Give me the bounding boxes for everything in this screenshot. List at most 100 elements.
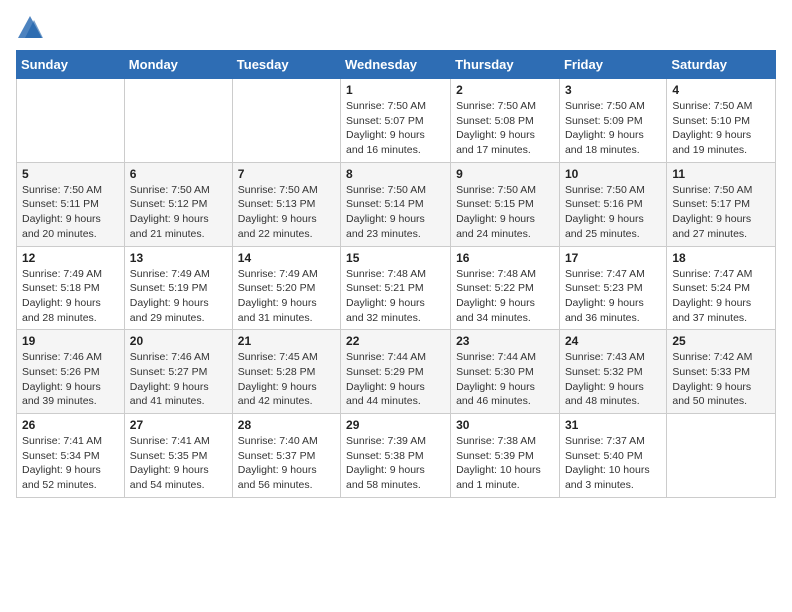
- weekday-header-sunday: Sunday: [17, 51, 125, 79]
- calendar-cell: 27Sunrise: 7:41 AM Sunset: 5:35 PM Dayli…: [124, 414, 232, 498]
- day-info: Sunrise: 7:44 AM Sunset: 5:30 PM Dayligh…: [456, 350, 554, 409]
- day-number: 7: [238, 167, 335, 181]
- calendar-cell: 15 Sunrise: 7:48 AM Sunset: 5:21 PM Dayli…: [341, 246, 451, 330]
- day-info: Sunrise: 7:49 AM Sunset: 5:20 PM Dayligh…: [238, 267, 335, 326]
- calendar-cell: 16Sunrise: 7:48 AM Sunset: 5:22 PM Dayli…: [451, 246, 560, 330]
- day-number: 20: [130, 334, 227, 348]
- calendar-cell: 2 Sunrise: 7:50 AM Sunset: 5:08 PM Daylig…: [451, 79, 560, 163]
- day-number: 3: [565, 83, 661, 97]
- calendar-cell: 18 Sunrise: 7:47 AM Sunset: 5:24 PM Dayli…: [667, 246, 776, 330]
- calendar-cell: 25Sunrise: 7:42 AM Sunset: 5:33 PM Dayli…: [667, 330, 776, 414]
- day-info: Sunrise: 7:41 AM Sunset: 5:34 PM Dayligh…: [22, 434, 119, 493]
- day-info: Sunrise: 7:50 AM Sunset: 5:08 PM Dayligh…: [456, 99, 554, 158]
- day-info: Sunrise: 7:43 AM Sunset: 5:32 PM Dayligh…: [565, 350, 661, 409]
- calendar-cell: 11 Sunrise: 7:50 AM Sunset: 5:17 PM Dayli…: [667, 162, 776, 246]
- day-number: 19: [22, 334, 119, 348]
- weekday-header-friday: Friday: [559, 51, 666, 79]
- day-number: 31: [565, 418, 661, 432]
- day-number: 11: [672, 167, 770, 181]
- day-info: Sunrise: 7:50 AM Sunset: 5:07 PM Dayligh…: [346, 99, 445, 158]
- calendar-cell: 29Sunrise: 7:39 AM Sunset: 5:38 PM Dayli…: [341, 414, 451, 498]
- calendar-cell: [667, 414, 776, 498]
- day-info: Sunrise: 7:50 AM Sunset: 5:13 PM Dayligh…: [238, 183, 335, 242]
- day-info: Sunrise: 7:50 AM Sunset: 5:17 PM Dayligh…: [672, 183, 770, 242]
- day-number: 27: [130, 418, 227, 432]
- day-info: Sunrise: 7:48 AM Sunset: 5:21 PM Dayligh…: [346, 267, 445, 326]
- day-info: Sunrise: 7:50 AM Sunset: 5:10 PM Dayligh…: [672, 99, 770, 158]
- logo: [16, 14, 48, 42]
- day-info: Sunrise: 7:47 AM Sunset: 5:23 PM Dayligh…: [565, 267, 661, 326]
- calendar-cell: 14 Sunrise: 7:49 AM Sunset: 5:20 PM Dayli…: [232, 246, 340, 330]
- day-number: 17: [565, 251, 661, 265]
- calendar-cell: 13 Sunrise: 7:49 AM Sunset: 5:19 PM Dayli…: [124, 246, 232, 330]
- day-info: Sunrise: 7:45 AM Sunset: 5:28 PM Dayligh…: [238, 350, 335, 409]
- header: [16, 10, 776, 42]
- calendar-cell: 6 Sunrise: 7:50 AM Sunset: 5:12 PM Daylig…: [124, 162, 232, 246]
- day-number: 6: [130, 167, 227, 181]
- calendar-cell: 30 Sunrise: 7:38 AM Sunset: 5:39 PM Dayli…: [451, 414, 560, 498]
- day-info: Sunrise: 7:50 AM Sunset: 5:14 PM Dayligh…: [346, 183, 445, 242]
- day-number: 5: [22, 167, 119, 181]
- day-info: Sunrise: 7:40 AM Sunset: 5:37 PM Dayligh…: [238, 434, 335, 493]
- day-info: Sunrise: 7:49 AM Sunset: 5:19 PM Dayligh…: [130, 267, 227, 326]
- day-number: 13: [130, 251, 227, 265]
- calendar-cell: 1 Sunrise: 7:50 AM Sunset: 5:07 PM Daylig…: [341, 79, 451, 163]
- calendar-header-row: SundayMondayTuesdayWednesdayThursdayFrid…: [17, 51, 776, 79]
- day-info: Sunrise: 7:50 AM Sunset: 5:12 PM Dayligh…: [130, 183, 227, 242]
- calendar-cell: 24 Sunrise: 7:43 AM Sunset: 5:32 PM Dayli…: [559, 330, 666, 414]
- day-info: Sunrise: 7:38 AM Sunset: 5:39 PM Dayligh…: [456, 434, 554, 493]
- day-number: 24: [565, 334, 661, 348]
- page: SundayMondayTuesdayWednesdayThursdayFrid…: [0, 0, 792, 514]
- calendar-cell: 4 Sunrise: 7:50 AM Sunset: 5:10 PM Daylig…: [667, 79, 776, 163]
- calendar-cell: 22 Sunrise: 7:44 AM Sunset: 5:29 PM Dayli…: [341, 330, 451, 414]
- day-info: Sunrise: 7:44 AM Sunset: 5:29 PM Dayligh…: [346, 350, 445, 409]
- calendar-week-3: 12 Sunrise: 7:49 AM Sunset: 5:18 PM Dayli…: [17, 246, 776, 330]
- weekday-header-monday: Monday: [124, 51, 232, 79]
- day-number: 28: [238, 418, 335, 432]
- day-number: 21: [238, 334, 335, 348]
- day-info: Sunrise: 7:37 AM Sunset: 5:40 PM Dayligh…: [565, 434, 661, 493]
- calendar-week-5: 26 Sunrise: 7:41 AM Sunset: 5:34 PM Dayli…: [17, 414, 776, 498]
- calendar-cell: [232, 79, 340, 163]
- day-number: 23: [456, 334, 554, 348]
- day-number: 4: [672, 83, 770, 97]
- calendar-cell: 5 Sunrise: 7:50 AM Sunset: 5:11 PM Daylig…: [17, 162, 125, 246]
- day-number: 30: [456, 418, 554, 432]
- calendar-cell: 8 Sunrise: 7:50 AM Sunset: 5:14 PM Daylig…: [341, 162, 451, 246]
- day-info: Sunrise: 7:46 AM Sunset: 5:27 PM Dayligh…: [130, 350, 227, 409]
- day-number: 1: [346, 83, 445, 97]
- day-number: 8: [346, 167, 445, 181]
- calendar-cell: 31 Sunrise: 7:37 AM Sunset: 5:40 PM Dayli…: [559, 414, 666, 498]
- calendar-cell: 10 Sunrise: 7:50 AM Sunset: 5:16 PM Dayli…: [559, 162, 666, 246]
- calendar-cell: [124, 79, 232, 163]
- calendar-cell: 7 Sunrise: 7:50 AM Sunset: 5:13 PM Daylig…: [232, 162, 340, 246]
- calendar-cell: 9Sunrise: 7:50 AM Sunset: 5:15 PM Daylig…: [451, 162, 560, 246]
- day-number: 15: [346, 251, 445, 265]
- day-number: 18: [672, 251, 770, 265]
- day-info: Sunrise: 7:50 AM Sunset: 5:15 PM Dayligh…: [456, 183, 554, 242]
- weekday-header-tuesday: Tuesday: [232, 51, 340, 79]
- day-info: Sunrise: 7:50 AM Sunset: 5:11 PM Dayligh…: [22, 183, 119, 242]
- weekday-header-saturday: Saturday: [667, 51, 776, 79]
- day-info: Sunrise: 7:47 AM Sunset: 5:24 PM Dayligh…: [672, 267, 770, 326]
- calendar-cell: 28 Sunrise: 7:40 AM Sunset: 5:37 PM Dayli…: [232, 414, 340, 498]
- calendar-cell: 23 Sunrise: 7:44 AM Sunset: 5:30 PM Dayli…: [451, 330, 560, 414]
- calendar-week-4: 19Sunrise: 7:46 AM Sunset: 5:26 PM Dayli…: [17, 330, 776, 414]
- day-number: 14: [238, 251, 335, 265]
- day-info: Sunrise: 7:48 AM Sunset: 5:22 PM Dayligh…: [456, 267, 554, 326]
- calendar-table: SundayMondayTuesdayWednesdayThursdayFrid…: [16, 50, 776, 498]
- day-number: 10: [565, 167, 661, 181]
- calendar-cell: 26 Sunrise: 7:41 AM Sunset: 5:34 PM Dayli…: [17, 414, 125, 498]
- day-number: 29: [346, 418, 445, 432]
- calendar-cell: 19Sunrise: 7:46 AM Sunset: 5:26 PM Dayli…: [17, 330, 125, 414]
- day-number: 12: [22, 251, 119, 265]
- day-number: 22: [346, 334, 445, 348]
- calendar-cell: 20 Sunrise: 7:46 AM Sunset: 5:27 PM Dayli…: [124, 330, 232, 414]
- calendar-cell: 3Sunrise: 7:50 AM Sunset: 5:09 PM Daylig…: [559, 79, 666, 163]
- calendar-week-1: 1 Sunrise: 7:50 AM Sunset: 5:07 PM Daylig…: [17, 79, 776, 163]
- day-info: Sunrise: 7:50 AM Sunset: 5:16 PM Dayligh…: [565, 183, 661, 242]
- day-number: 26: [22, 418, 119, 432]
- day-info: Sunrise: 7:49 AM Sunset: 5:18 PM Dayligh…: [22, 267, 119, 326]
- day-number: 2: [456, 83, 554, 97]
- calendar-week-2: 5 Sunrise: 7:50 AM Sunset: 5:11 PM Daylig…: [17, 162, 776, 246]
